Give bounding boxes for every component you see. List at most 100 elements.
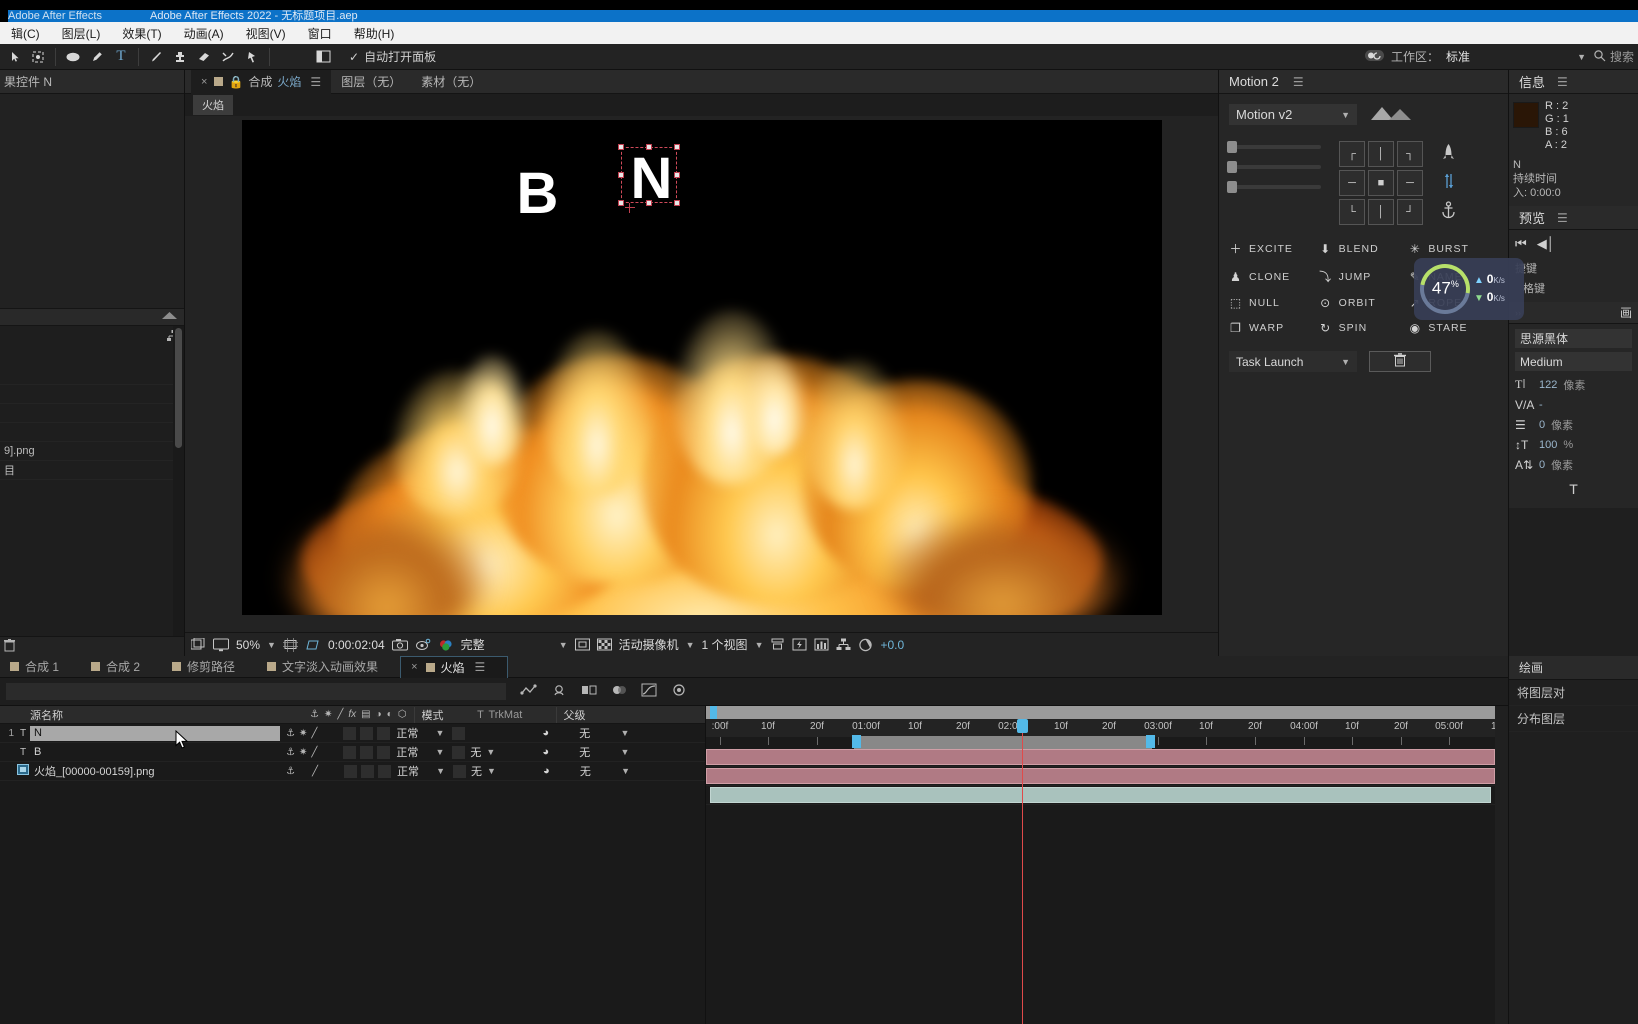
distribute-layers-item[interactable]: 分布图层 <box>1509 706 1638 732</box>
tracking-row[interactable]: V/A - <box>1515 395 1632 415</box>
panel-menu-icon[interactable]: ☰ <box>1557 75 1568 89</box>
col-t[interactable]: T <box>472 709 488 721</box>
jump-button[interactable]: ⤵ JUMP <box>1319 268 1409 285</box>
region-of-interest-icon[interactable] <box>574 638 590 651</box>
close-icon[interactable]: × <box>201 76 207 88</box>
parent-link-icon[interactable]: ◕ <box>542 727 549 739</box>
resolution-region-icon[interactable] <box>282 637 298 652</box>
first-frame-button[interactable]: ⏮ <box>1515 236 1527 252</box>
slider-2[interactable] <box>1227 161 1321 173</box>
zoom-level[interactable]: 50% <box>236 638 260 652</box>
align-bottom-center-button[interactable]: │ <box>1368 199 1394 225</box>
slider-knob[interactable] <box>1227 181 1237 193</box>
trkmat-switch[interactable] <box>452 726 466 740</box>
panel-menu-icon[interactable]: ☰ <box>475 660 486 674</box>
cl2ip-text-n[interactable] <box>706 749 1495 765</box>
letter-n-group[interactable]: N <box>617 144 680 213</box>
composition-viewer[interactable]: B N <box>185 116 1218 632</box>
leading-row[interactable]: ☰ 0 像素 <box>1515 415 1632 435</box>
project-row-png[interactable]: 9].png <box>0 442 184 461</box>
adjustment-switch[interactable] <box>378 764 391 778</box>
track-row[interactable] <box>706 786 1508 805</box>
selection-tool-icon[interactable] <box>2 46 26 68</box>
align-layers-item[interactable]: 将图层对 <box>1509 680 1638 706</box>
menu-item-view[interactable]: 视图(V) <box>235 23 297 44</box>
mask-shape-icon[interactable] <box>305 638 321 652</box>
font-family-field[interactable]: 思源黑体 <box>1515 329 1632 348</box>
layer-trkmat-cell[interactable]: 无 ▼ <box>449 763 535 779</box>
timeline-search-input[interactable] <box>6 683 506 700</box>
warp-button[interactable]: ❐ WARP <box>1229 321 1319 335</box>
tab-huoyan[interactable]: × 火焰 ☰ <box>400 655 509 678</box>
main-viewer-icon[interactable] <box>213 638 229 652</box>
menu-item-animation[interactable]: 动画(A) <box>173 23 235 44</box>
views-chevron-down-icon[interactable]: ▼ <box>755 640 764 650</box>
slider-knob[interactable] <box>1227 141 1237 153</box>
table-row[interactable]: 1 T N ⚓ ✷ ╱ 正常 ▼ ◕ 无 ▼ <box>0 724 705 743</box>
tab-composition-2[interactable]: 合成 2 <box>81 656 162 678</box>
shy-icon[interactable]: ✷ <box>299 747 307 758</box>
tab-layer[interactable]: 图层（无） <box>331 70 411 94</box>
layer-trkmat-cell[interactable] <box>448 726 534 740</box>
type-tool-icon[interactable]: T <box>109 46 133 68</box>
enable-frame-blending-icon[interactable] <box>581 683 597 700</box>
search-help-input[interactable]: 搜索 <box>1593 48 1634 65</box>
layer-parent-dropdown[interactable]: ◕ 无 ▼ <box>534 725 634 741</box>
mountains-icon[interactable] <box>1369 104 1413 125</box>
parent-pick-icon[interactable]: ⚓ <box>286 728 295 739</box>
transparency-grid-icon[interactable] <box>596 638 612 651</box>
auto-keyframe-icon[interactable] <box>671 683 687 700</box>
project-row[interactable] <box>0 404 184 423</box>
always-preview-icon[interactable] <box>191 637 206 652</box>
current-timecode[interactable]: 0:00:02:04 <box>328 638 385 652</box>
roto-brush-tool-icon[interactable] <box>216 46 240 68</box>
composition-canvas[interactable]: B N <box>241 120 1162 615</box>
scrollbar-thumb[interactable] <box>175 328 182 448</box>
exposure-value[interactable]: +0.0 <box>880 638 904 652</box>
motion-blur-switch[interactable] <box>360 726 374 740</box>
playhead-line[interactable] <box>1022 719 1023 1024</box>
vertical-scale-row[interactable]: ↕T 100 % <box>1515 435 1632 455</box>
lock-icon[interactable]: 🔒 <box>228 75 243 89</box>
parent-link-icon[interactable]: ◕ <box>543 765 550 777</box>
view-count-value[interactable]: 1 个视图 <box>702 636 748 653</box>
shy-icon[interactable]: ✷ <box>299 728 307 739</box>
layer-switches[interactable]: ⚓ ✷ ╱ <box>280 726 391 740</box>
timeline-vertical-scrollbar[interactable] <box>1495 706 1508 1024</box>
trkmat-switch[interactable] <box>453 764 466 778</box>
shape-tool-icon[interactable] <box>61 46 85 68</box>
layer-name-input[interactable]: N <box>30 725 280 741</box>
spin-button[interactable]: ↻ SPIN <box>1319 321 1409 335</box>
panel-menu-icon[interactable]: ☰ <box>1557 211 1568 225</box>
orbit-button[interactable]: ⊙ ORBIT <box>1319 296 1409 310</box>
tab-text-fade-animation[interactable]: 文字淡入动画效果 <box>257 656 400 678</box>
timeline-track-area[interactable]: :00f 10f 20f 01:00f 10f 20f 02:00f 10f 2… <box>706 706 1508 1024</box>
camera-chevron-down-icon[interactable]: ▼ <box>686 640 695 650</box>
collapse-transform-icon[interactable]: ╱ <box>312 766 318 777</box>
project-row[interactable] <box>0 366 184 385</box>
layer-mode-dropdown[interactable]: 正常 ▼ <box>390 725 448 741</box>
align-middle-left-button[interactable]: ─ <box>1339 170 1365 196</box>
breadcrumb-item[interactable]: 火焰 <box>193 95 233 115</box>
col-parent[interactable]: 父级 <box>556 706 585 723</box>
slider-3[interactable] <box>1227 181 1321 193</box>
pixel-aspect-icon[interactable] <box>770 638 785 651</box>
project-scrollbar[interactable] <box>173 326 184 636</box>
panel-toggle-icon[interactable] <box>311 46 335 68</box>
work-area-bar[interactable] <box>706 706 1508 719</box>
clone-button[interactable]: ♟ CLONE <box>1229 268 1319 285</box>
frame-blend-switch[interactable] <box>343 745 357 759</box>
project-row[interactable] <box>0 385 184 404</box>
letter-n-text[interactable]: N <box>627 145 677 212</box>
resolution-value[interactable]: 完整 <box>461 636 485 653</box>
menu-item-effect[interactable]: 效果(T) <box>111 23 172 44</box>
graph-editor-icon[interactable] <box>641 683 657 700</box>
selection-handle[interactable] <box>617 144 624 150</box>
adjustment-switch[interactable] <box>377 726 391 740</box>
baseline-shift-row[interactable]: A⇅ 0 像素 <box>1515 455 1632 475</box>
layer-name[interactable]: 火焰_[00000-00159].png <box>30 763 280 779</box>
fast-preview-icon[interactable] <box>792 638 807 651</box>
parent-pick-icon[interactable]: ⚓ <box>286 766 295 777</box>
selection-handle[interactable] <box>617 200 624 206</box>
motion-blur-switch[interactable] <box>361 764 374 778</box>
